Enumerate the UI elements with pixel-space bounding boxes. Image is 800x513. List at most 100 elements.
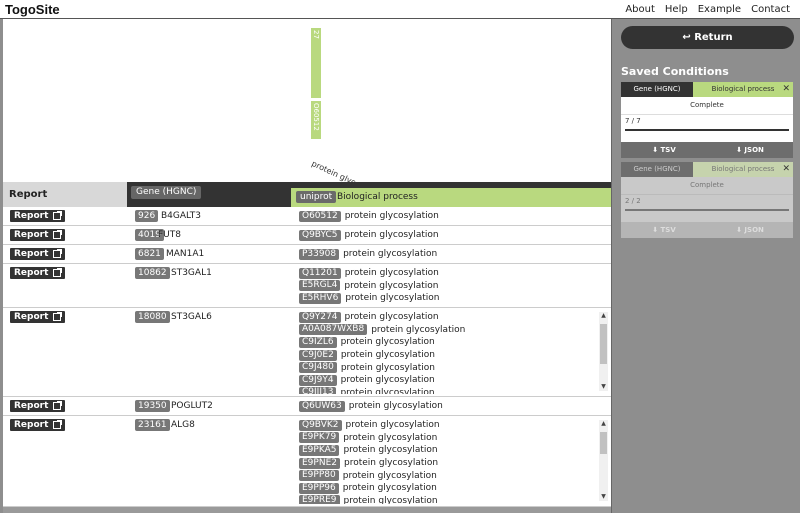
- report-button[interactable]: Report: [10, 267, 66, 279]
- gene-symbol: POGLUT2: [171, 401, 213, 411]
- download-tsv-button[interactable]: ⬇ TSV: [621, 142, 707, 158]
- nav-example[interactable]: Example: [698, 4, 741, 15]
- uniprot-id-badge[interactable]: E9PRE9: [299, 495, 340, 504]
- uniprot-id-badge[interactable]: C9JJI13: [299, 387, 337, 394]
- col-bp-header: uniprot Biological process: [291, 188, 611, 207]
- nav-contact[interactable]: Contact: [751, 4, 790, 15]
- saved-condition-card[interactable]: Gene (HGNC) Biological process ✕ Complet…: [621, 162, 793, 238]
- uniprot-item: P33908 protein glycosylation: [299, 248, 599, 261]
- uniprot-id-badge[interactable]: C9J0E2: [299, 349, 337, 361]
- process-term: protein glycosylation: [344, 458, 439, 469]
- process-term: protein glycosylation: [348, 401, 443, 412]
- report-button[interactable]: Report: [10, 248, 66, 260]
- card-count: 7 / 7: [625, 117, 641, 125]
- uniprot-id-badge[interactable]: E9PKA5: [299, 444, 340, 456]
- download-icon: ⬇: [652, 226, 661, 234]
- process-term: protein glycosylation: [344, 268, 439, 279]
- uniprot-item: C9J9Y4 protein glycosylation: [299, 374, 599, 387]
- cell-scrollbar[interactable]: ▲ ▼: [599, 420, 608, 501]
- nav-about[interactable]: About: [625, 4, 655, 15]
- json-label: JSON: [744, 146, 764, 154]
- uniprot-id-badge[interactable]: E5RHV6: [299, 292, 342, 304]
- scroll-up-icon[interactable]: ▲: [599, 312, 608, 320]
- report-button[interactable]: Report: [10, 229, 66, 241]
- gene-id-badge[interactable]: 926: [135, 210, 159, 222]
- uniprot-id-badge[interactable]: Q6UW63: [299, 400, 345, 412]
- report-button[interactable]: Report: [10, 311, 66, 323]
- uniprot-id-badge[interactable]: Q9BVK2: [299, 419, 342, 431]
- results-table-body: Report 926 B4GALT3 O60512 protein glycosylat…: [3, 207, 611, 507]
- download-tsv-button[interactable]: ⬇ TSV: [621, 222, 707, 238]
- scroll-down-icon[interactable]: ▼: [599, 493, 608, 501]
- uniprot-item: E5RGL4 protein glycosylation: [299, 280, 599, 293]
- saved-conditions-title: Saved Conditions: [621, 65, 729, 78]
- scroll-up-icon[interactable]: ▲: [599, 420, 608, 428]
- uniprot-id-badge[interactable]: O60512: [299, 210, 341, 222]
- uniprot-id-badge[interactable]: P33908: [299, 248, 340, 260]
- top-bar: TogoSite About Help Example Contact: [0, 0, 800, 19]
- scroll-down-icon[interactable]: ▼: [599, 383, 608, 391]
- uniprot-item: E9PP96 protein glycosylation: [299, 482, 599, 495]
- process-term: protein glycosylation: [343, 432, 438, 443]
- card-progress-bar: [625, 209, 789, 211]
- gene-id-badge[interactable]: 18080: [135, 311, 170, 323]
- uniprot-id-badge[interactable]: Q9BYC5: [299, 229, 341, 241]
- gene-symbol: B4GALT3: [161, 211, 202, 221]
- process-term: protein glycosylation: [344, 312, 439, 323]
- saved-condition-card[interactable]: Gene (HGNC) Biological process ✕ Complet…: [621, 82, 793, 158]
- report-label: Report: [14, 420, 49, 430]
- card-tabs: Gene (HGNC) Biological process ✕: [621, 82, 793, 97]
- card-bp-tab: Biological process ✕: [693, 162, 793, 177]
- uniprot-id-badge[interactable]: E9PNE2: [299, 457, 340, 469]
- uniprot-id-badge[interactable]: E5RGL4: [299, 280, 341, 292]
- viz-bar-uniprot[interactable]: O60512: [311, 101, 321, 139]
- uniprot-id-badge[interactable]: C9J480: [299, 362, 337, 374]
- nav-help[interactable]: Help: [665, 4, 688, 15]
- download-json-button[interactable]: ⬇ JSON: [707, 222, 793, 238]
- uniprot-item: C9IZL6 protein glycosylation: [299, 336, 599, 349]
- process-term: protein glycosylation: [340, 387, 435, 394]
- gene-id-badge[interactable]: 6821: [135, 248, 164, 260]
- uniprot-item: E9PKA5 protein glycosylation: [299, 444, 599, 457]
- uniprot-id-badge[interactable]: C9J9Y4: [299, 374, 337, 386]
- card-bp-label: Biological process: [711, 85, 775, 93]
- table-row: Report 23161 ALG8 Q9BVK2 protein glycosylati…: [3, 416, 611, 507]
- uniprot-id-badge[interactable]: E9PP80: [299, 470, 339, 482]
- gene-id-badge[interactable]: 19350: [135, 400, 170, 412]
- uniprot-item: C9JJI13 protein glycosylation: [299, 387, 599, 394]
- uniprot-item: C9J0E2 protein glycosylation: [299, 349, 599, 362]
- download-json-button[interactable]: ⬇ JSON: [707, 142, 793, 158]
- process-term: protein glycosylation: [340, 350, 435, 361]
- report-label: Report: [14, 401, 49, 411]
- viz-bar-count[interactable]: 27: [311, 28, 321, 98]
- gene-id-badge[interactable]: 23161: [135, 419, 170, 431]
- process-term: protein glycosylation: [340, 375, 435, 386]
- uniprot-item: E9PP80 protein glycosylation: [299, 469, 599, 482]
- scroll-thumb[interactable]: [600, 324, 607, 364]
- download-icon: ⬇: [652, 146, 661, 154]
- uniprot-id-badge[interactable]: C9IZL6: [299, 336, 337, 348]
- gene-symbol: ST3GAL1: [171, 268, 212, 278]
- return-button[interactable]: ↩ Return: [621, 26, 794, 49]
- uniprot-list: Q9Y274 protein glycosylation A0A087WXB8 pro…: [299, 311, 599, 394]
- report-button[interactable]: Report: [10, 419, 66, 431]
- horizontal-scrollbar[interactable]: [3, 507, 611, 513]
- uniprot-id-badge[interactable]: Q11201: [299, 267, 341, 279]
- gene-id-badge[interactable]: 10862: [135, 267, 170, 279]
- uniprot-id-badge[interactable]: A0A087WXB8: [299, 324, 368, 336]
- card-actions: ⬇ TSV ⬇ JSON: [621, 142, 793, 158]
- uniprot-list: Q11201 protein glycosylation E5RGL4 protein…: [299, 267, 599, 305]
- report-button[interactable]: Report: [10, 400, 66, 412]
- card-body: Complete 2 / 2: [621, 177, 793, 222]
- report-button[interactable]: Report: [10, 210, 66, 222]
- cell-scrollbar[interactable]: ▲ ▼: [599, 312, 608, 391]
- close-icon[interactable]: ✕: [782, 82, 790, 97]
- process-term: protein glycosylation: [371, 324, 466, 335]
- scroll-thumb[interactable]: [600, 432, 607, 454]
- uniprot-id-badge[interactable]: Q9Y274: [299, 311, 341, 323]
- site-logo[interactable]: TogoSite: [5, 2, 60, 17]
- uniprot-id-badge[interactable]: E9PP96: [299, 482, 339, 494]
- uniprot-list: Q9BVK2 protein glycosylation E9PK79 protein…: [299, 419, 599, 504]
- close-icon[interactable]: ✕: [782, 162, 790, 177]
- uniprot-id-badge[interactable]: E9PK79: [299, 432, 340, 444]
